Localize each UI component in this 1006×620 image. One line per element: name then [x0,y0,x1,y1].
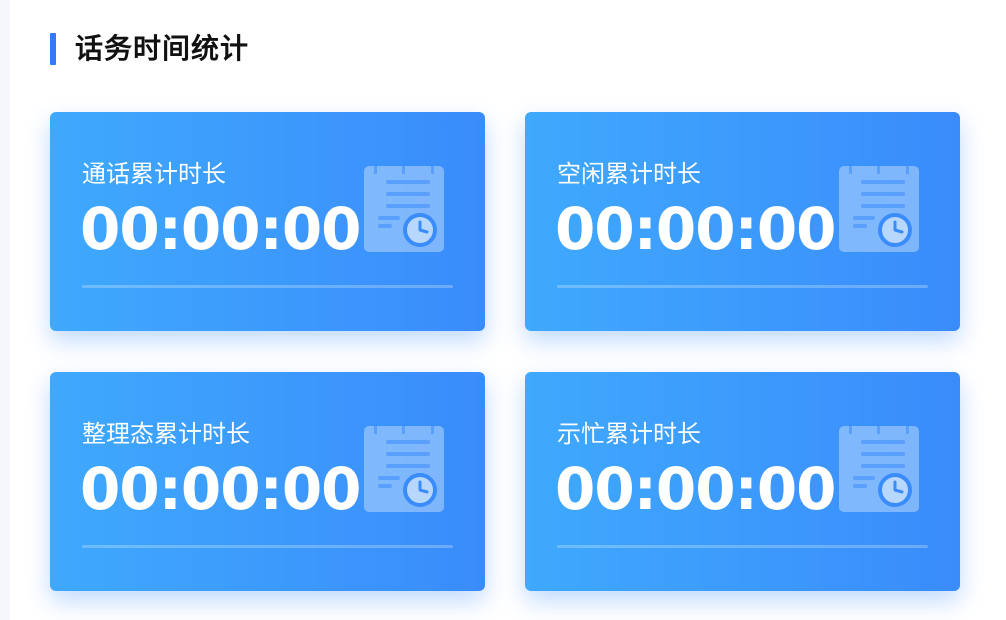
clipboard-clock-icon [837,424,921,514]
stat-card-busy-duration: 示忙累计时长 00:00:00 [525,372,960,591]
card-label: 空闲累计时长 [557,160,701,188]
card-divider [557,285,928,288]
stat-card-call-duration: 通话累计时长 00:00:00 [50,112,485,331]
card-value: 00:00:00 [555,195,837,263]
card-label: 整理态累计时长 [82,420,250,448]
clipboard-clock-icon [362,164,446,254]
section-title: 话务时间统计 [75,32,250,65]
clipboard-clock-icon [362,424,446,514]
stat-card-wrapup-duration: 整理态累计时长 00:00:00 [50,372,485,591]
clipboard-clock-icon [837,164,921,254]
stats-panel: 话务时间统计 通话累计时长 00:00:00 空闲累计时长 00:00:00 整… [10,0,1006,620]
card-divider [82,545,453,548]
card-value: 00:00:00 [80,195,362,263]
stat-card-idle-duration: 空闲累计时长 00:00:00 [525,112,960,331]
card-label: 通话累计时长 [82,160,226,188]
card-value: 00:00:00 [80,455,362,523]
section-header: 话务时间统计 [50,32,249,66]
card-label: 示忙累计时长 [557,420,701,448]
section-accent-bar [50,33,56,65]
card-divider [82,285,453,288]
card-divider [557,545,928,548]
card-value: 00:00:00 [555,455,837,523]
